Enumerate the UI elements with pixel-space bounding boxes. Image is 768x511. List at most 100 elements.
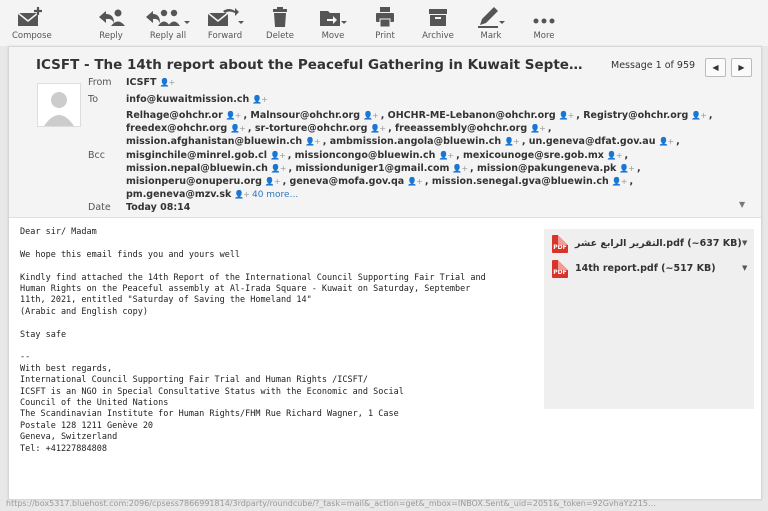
date-label: Date [88,202,111,213]
add-contact-icon[interactable]: 👤+ [265,177,281,186]
from-value[interactable]: ICSFT [126,77,157,88]
forward-icon [207,8,244,26]
recipient-address[interactable]: sr-torture@ohchr.org [255,123,368,134]
more-recipients-link[interactable]: 40 more... [252,190,298,200]
move-button[interactable]: Move [316,5,350,41]
separator: , [676,136,680,148]
body-line: International Council Supporting Fair Tr… [20,375,368,386]
add-contact-icon[interactable]: 👤+ [160,78,176,87]
attachment-name[interactable]: 14th report.pdf (~517 KB) [575,263,716,274]
message-subject: ICSFT - The 14th report about the Peacef… [36,57,583,73]
chevron-down-icon[interactable]: ▼ [742,239,747,247]
more-button[interactable]: More [527,5,561,41]
add-contact-icon[interactable]: 👤+ [305,137,321,146]
recipient-address[interactable]: OHCHR-ME-Lebanon@ohchr.org [388,110,556,121]
move-label: Move [321,31,345,41]
forward-label: Forward [207,31,243,41]
compose-button[interactable]: Compose [12,5,52,41]
add-contact-icon[interactable]: 👤+ [619,164,635,173]
mark-button[interactable]: Mark [474,5,508,41]
add-contact-icon[interactable]: 👤+ [504,137,520,146]
triangle-left-icon: ◀ [712,63,719,72]
add-contact-icon[interactable]: 👤+ [452,164,468,173]
attachment-item[interactable]: PDF 14th report.pdf (~517 KB) ▼ [552,260,752,278]
add-contact-icon[interactable]: 👤+ [612,177,628,186]
add-contact-icon[interactable]: 👤+ [230,124,246,133]
add-contact-icon[interactable]: 👤+ [407,177,423,186]
add-contact-icon[interactable]: 👤+ [559,111,575,120]
recipient-address[interactable]: mission.nepal@bluewin.ch [126,163,268,174]
recipient-address[interactable]: mission.afghanistan@bluewin.ch [126,136,302,147]
recipient-address[interactable]: un.geneva@dfat.gov.au [529,136,656,147]
recipient-address[interactable]: mission@pakungeneva.pk [477,163,616,174]
recipient-line: misionperu@onuperu.org 👤+, geneva@mofa.go… [126,175,726,188]
archive-button[interactable]: Archive [418,5,458,41]
from-label: From [88,77,112,88]
from-row: ICSFT 👤+ [126,77,177,88]
separator: , [424,176,432,188]
body-line: Postale 128 1211 Genève 20 [20,420,154,431]
recipient-address[interactable]: mexicounoge@sre.gob.mx [463,150,604,161]
to-value[interactable]: info@kuwaitmission.ch [126,94,249,105]
add-contact-icon[interactable]: 👤+ [226,111,242,120]
reply-button[interactable]: Reply [92,5,130,41]
recipient-address[interactable]: Relhage@ohchr.or [126,110,223,121]
recipient-address[interactable]: Malnsour@ohchr.org [250,110,360,121]
add-contact-icon[interactable]: 👤+ [252,95,268,104]
next-message-button[interactable]: ▶ [731,58,752,77]
recipient-address[interactable]: freeassembly@ohchr.org [395,123,527,134]
recipient-address[interactable]: ambmission.angola@bluewin.ch [330,136,501,147]
reply-label: Reply [99,31,123,41]
prev-message-button[interactable]: ◀ [705,58,726,77]
separator: , [456,149,464,161]
add-contact-icon[interactable]: 👤+ [530,124,546,133]
expand-header-icon[interactable]: ▼ [739,200,745,209]
message-panel: ICSFT - The 14th report about the Peacef… [8,46,762,500]
separator: , [637,162,641,174]
recipient-address[interactable]: mission.senegal.gva@bluewin.ch [432,176,609,187]
recipient-address[interactable]: pm.geneva@mzv.sk [126,189,231,200]
add-contact-icon[interactable]: 👤+ [438,151,454,160]
delete-label: Delete [266,31,294,41]
add-contact-icon[interactable]: 👤+ [370,124,386,133]
recipient-address[interactable]: misginchile@minrel.gob.cl [126,150,267,161]
compose-label: Compose [12,31,52,41]
recipient-line: Relhage@ohchr.or 👤+, Malnsour@ohchr.org 👤+… [126,109,726,122]
recipient-line: freedex@ohchr.org 👤+, sr-torture@ohchr.or… [126,122,726,135]
body-line: We hope this email finds you and yours w… [20,249,241,260]
add-contact-icon[interactable]: 👤+ [691,111,707,120]
reply-icon [99,9,125,26]
recipient-address[interactable]: missioncongo@bluewin.ch [295,150,436,161]
separator: , [547,123,552,135]
add-contact-icon[interactable]: 👤+ [658,137,674,146]
folder-move-icon [320,11,347,26]
add-contact-icon[interactable]: 👤+ [363,111,379,120]
print-button[interactable]: Print [368,5,402,41]
add-contact-icon[interactable]: 👤+ [607,151,623,160]
body-line [20,318,486,329]
pdf-file-icon: PDF [552,235,568,253]
chevron-down-icon[interactable]: ▼ [742,264,747,272]
trash-icon [273,7,287,27]
forward-button[interactable]: Forward [205,5,245,41]
to-label: To [88,94,99,105]
attachments-box: PDF التقرير الرابع عشر.pdf (~637 KB) ▼ P… [544,229,754,409]
recipient-address[interactable]: geneva@mofa.gov.qa [290,176,405,187]
attachment-item[interactable]: PDF التقرير الرابع عشر.pdf (~637 KB) ▼ [552,235,752,253]
reply-all-icon [146,9,190,26]
reply-all-button[interactable]: Reply all [145,5,191,41]
more-label: More [533,31,555,41]
delete-button[interactable]: Delete [262,5,298,41]
recipient-address[interactable]: freedex@ohchr.org [126,123,227,134]
attachment-name[interactable]: التقرير الرابع عشر.pdf (~637 KB) [575,238,742,249]
recipient-address[interactable]: missionduniger1@gmail.com [295,163,449,174]
body-line: (Arabic and English copy) [20,306,148,317]
recipient-address[interactable]: misionperu@onuperu.org [126,176,262,187]
add-contact-icon[interactable]: 👤+ [271,164,287,173]
recipient-address[interactable]: Registry@ohchr.org [583,110,688,121]
add-contact-icon[interactable]: 👤+ [234,190,250,199]
add-contact-icon[interactable]: 👤+ [270,151,286,160]
reply-all-label: Reply all [149,31,187,41]
body-line [20,238,486,249]
print-label: Print [375,31,395,41]
